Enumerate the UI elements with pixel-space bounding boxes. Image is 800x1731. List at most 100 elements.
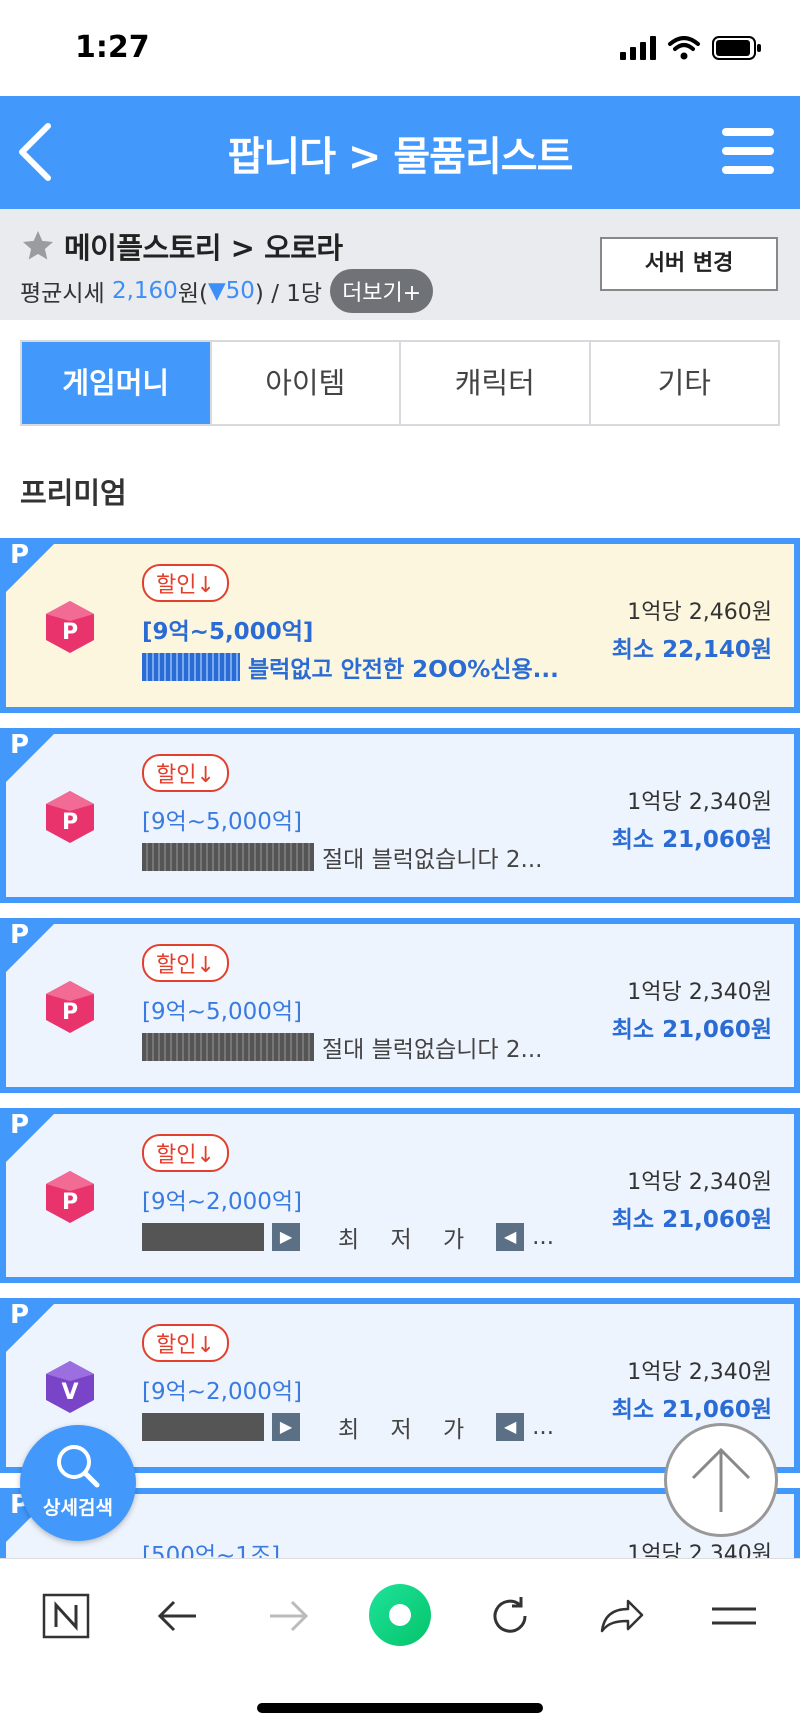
corner-badge bbox=[0, 728, 60, 788]
discount-badge: 할인↓ bbox=[142, 944, 229, 982]
tab-other[interactable]: 기타 bbox=[590, 342, 778, 424]
listing-title[interactable]: 절대 블럭없습니다 2... bbox=[142, 1030, 562, 1064]
amount-range: [9억~2,000억] bbox=[142, 1189, 303, 1215]
menu-bar-icon bbox=[722, 166, 774, 174]
unit-price: 1억당 2,340원 bbox=[627, 980, 772, 1005]
tab-game-money[interactable]: 게임머니 bbox=[22, 342, 212, 424]
corner-label: P bbox=[10, 1110, 30, 1140]
corner-badge bbox=[0, 1298, 60, 1358]
censored-text bbox=[142, 653, 240, 681]
unit-price: 1억당 2,340원 bbox=[627, 1542, 772, 1558]
censored-text bbox=[142, 1413, 264, 1441]
play-right-icon: ▶ bbox=[272, 1413, 300, 1441]
refresh-icon bbox=[493, 1597, 527, 1633]
menu-icon bbox=[712, 1607, 756, 1625]
section-title: 프리미엄 bbox=[20, 476, 127, 510]
unit-price: 1억당 2,460원 bbox=[627, 600, 772, 625]
listing-title[interactable]: ▶ 최 저 가 ◀ ... bbox=[142, 1410, 562, 1444]
censored-text bbox=[142, 843, 314, 871]
discount-badge: 할인↓ bbox=[142, 564, 229, 602]
power-seller-icon: P bbox=[46, 601, 94, 653]
unit-price: 1억당 2,340원 bbox=[627, 1170, 772, 1195]
naver-home-button[interactable] bbox=[36, 1589, 96, 1643]
amount-range: [500억~1조] bbox=[142, 1543, 281, 1558]
amount-range: [9억~5,000억] bbox=[142, 619, 314, 645]
home-indicator bbox=[257, 1703, 543, 1713]
power-seller-icon: P bbox=[46, 1171, 94, 1223]
corner-badge bbox=[0, 538, 60, 598]
star-icon[interactable] bbox=[20, 228, 56, 264]
refresh-button[interactable] bbox=[480, 1589, 540, 1643]
listing-card[interactable]: P P 할인↓ [9억~5,000억] 절대 블럭없습니다 2... 1억당 2… bbox=[0, 918, 800, 1093]
menu-bar-icon bbox=[722, 128, 774, 136]
status-time: 1:27 bbox=[75, 30, 150, 65]
listing-card[interactable]: P P 할인↓ [9억~5,000억] 블럭없고 안전한 2OO%신용... 1… bbox=[0, 538, 800, 713]
browser-back-button[interactable] bbox=[148, 1589, 208, 1643]
server-change-button[interactable]: 서버 변경 bbox=[600, 237, 778, 291]
game-info-bar: 메이플스토리 > 오로라 평균시세 2,160 원(▼50) / 1당 더보기+ … bbox=[0, 209, 800, 320]
more-button[interactable]: 더보기+ bbox=[330, 269, 434, 313]
listing-title-ellipsis: ... bbox=[532, 1414, 555, 1440]
power-seller-icon: P bbox=[46, 791, 94, 843]
listing-title-text: 최 저 가 bbox=[338, 1417, 477, 1443]
min-price: 최소 22,140원 bbox=[611, 637, 772, 663]
listing-card[interactable]: P P 할인↓ [9억~5,000억] 절대 블럭없습니다 2... 1억당 2… bbox=[0, 728, 800, 903]
category-tabs: 게임머니 아이템 캐릭터 기타 bbox=[20, 340, 780, 426]
amount-range: [9억~5,000억] bbox=[142, 999, 303, 1025]
game-path-text[interactable]: 메이플스토리 > 오로라 bbox=[64, 225, 343, 267]
browser-toolbar bbox=[0, 1558, 800, 1731]
arrow-left-icon bbox=[157, 1600, 196, 1632]
wifi-icon bbox=[668, 36, 700, 60]
menu-bar-icon bbox=[722, 147, 774, 155]
avg-label: 평균시세 bbox=[20, 281, 105, 307]
power-seller-icon: P bbox=[46, 981, 94, 1033]
vip-seller-icon: V bbox=[46, 1361, 94, 1413]
listing-title-text: 최 저 가 bbox=[338, 1227, 477, 1253]
amount-range: [9억~2,000억] bbox=[142, 1379, 303, 1405]
avg-change: ▼50 bbox=[207, 278, 255, 304]
hamburger-menu-button[interactable] bbox=[722, 128, 774, 174]
svg-text:P: P bbox=[62, 1190, 78, 1215]
battery-icon bbox=[712, 36, 761, 60]
listing-title-text: 블럭없고 안전한 2OO%신용... bbox=[248, 657, 559, 683]
corner-label: P bbox=[10, 1300, 30, 1330]
censored-text bbox=[142, 1223, 264, 1251]
min-price: 최소 21,060원 bbox=[611, 1207, 772, 1233]
listing-card[interactable]: P P 할인↓ [9억~2,000억] ▶ 최 저 가 ◀ ... 1억당 2,… bbox=[0, 1108, 800, 1283]
browser-forward-button[interactable] bbox=[258, 1589, 318, 1643]
min-price: 최소 21,060원 bbox=[611, 1017, 772, 1043]
share-icon bbox=[600, 1599, 644, 1633]
corner-badge bbox=[0, 1108, 60, 1168]
tab-item[interactable]: 아이템 bbox=[211, 342, 401, 424]
listing-list: P P 할인↓ [9억~5,000억] 블럭없고 안전한 2OO%신용... 1… bbox=[0, 538, 800, 1558]
search-icon bbox=[57, 1445, 100, 1488]
amount-range: [9억~5,000억] bbox=[142, 809, 303, 835]
corner-label: P bbox=[10, 730, 30, 760]
listing-title-text: 절대 블럭없습니다 2... bbox=[322, 1037, 543, 1063]
browser-menu-button[interactable] bbox=[704, 1589, 764, 1643]
game-path: 메이플스토리 > 오로라 bbox=[20, 225, 343, 267]
share-button[interactable] bbox=[592, 1589, 652, 1643]
scroll-top-button[interactable] bbox=[664, 1423, 778, 1537]
detail-search-button[interactable]: 상세검색 bbox=[20, 1425, 136, 1541]
listing-title[interactable]: ▶ 최 저 가 ◀ ... bbox=[142, 1220, 562, 1254]
corner-badge bbox=[0, 918, 60, 978]
discount-badge: 할인↓ bbox=[142, 754, 229, 792]
tab-character[interactable]: 캐릭터 bbox=[401, 342, 591, 424]
signal-icon bbox=[620, 36, 656, 60]
corner-label: P bbox=[10, 540, 30, 570]
arrow-up-icon bbox=[691, 1447, 751, 1512]
page-title: 팝니다 > 물품리스트 bbox=[227, 134, 574, 180]
arrow-right-icon bbox=[270, 1600, 309, 1632]
avg-price-value: 2,160 bbox=[111, 278, 178, 304]
listing-title[interactable]: 절대 블럭없습니다 2... bbox=[142, 840, 562, 874]
listing-title[interactable]: 블럭없고 안전한 2OO%신용... bbox=[142, 650, 562, 684]
green-dot-icon bbox=[369, 1584, 431, 1646]
average-price: 평균시세 2,160 원(▼50) / 1당 더보기+ bbox=[20, 269, 434, 313]
svg-text:P: P bbox=[62, 620, 78, 645]
corner-label: P bbox=[10, 920, 30, 950]
min-price: 최소 21,060원 bbox=[611, 827, 772, 853]
discount-badge: 할인↓ bbox=[142, 1324, 229, 1362]
listing-title-ellipsis: ... bbox=[532, 1224, 555, 1250]
green-dot-button[interactable] bbox=[364, 1579, 436, 1651]
